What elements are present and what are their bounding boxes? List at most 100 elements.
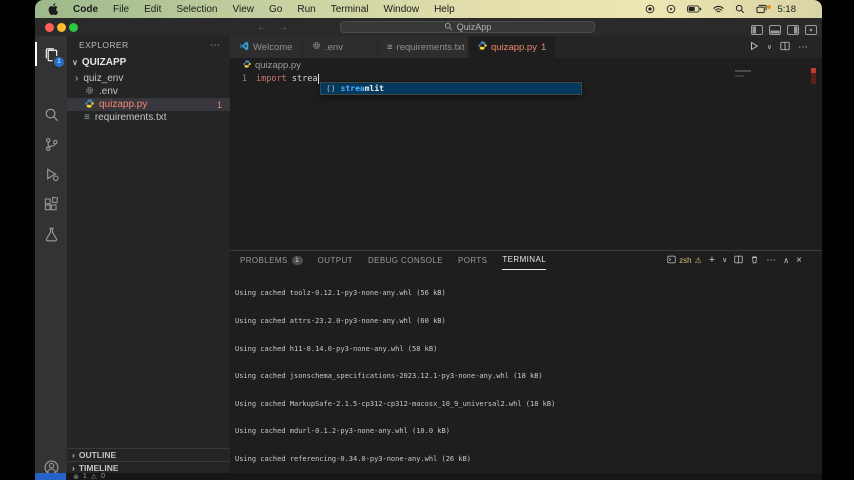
recording-dot [766, 5, 771, 9]
minimize-window-button[interactable] [57, 22, 66, 32]
sidebar-item-quizapp-py[interactable]: quizapp.py 1 [67, 98, 230, 111]
split-terminal-icon[interactable] [734, 255, 743, 266]
explorer-more-icon[interactable]: ⋯ [210, 40, 220, 51]
window-titlebar: ← → QuizApp [35, 18, 822, 36]
source-control-activity-button[interactable] [35, 130, 67, 158]
close-window-button[interactable] [45, 22, 54, 32]
git-branch-icon [45, 137, 58, 151]
tab-quizapp-py[interactable]: quizapp.py 1 [469, 36, 556, 58]
maximize-window-button[interactable] [69, 22, 78, 32]
panel-tab-output[interactable]: OUTPUT [318, 251, 353, 269]
menu-item-file[interactable]: File [113, 4, 129, 15]
menu-item-selection[interactable]: Selection [176, 4, 217, 15]
terminal-output[interactable]: Using cached toolz-0.12.1-py3-none-any.w… [235, 271, 814, 469]
terminal-line: Using cached referencing-0.34.0-py3-none… [235, 455, 472, 464]
chevron-right-icon: › [72, 450, 75, 460]
screen-mirroring-icon[interactable] [666, 4, 676, 14]
tab-bar: Welcome .env ≡ requirements.txt quizapp.… [230, 36, 822, 58]
explorer-activity-button[interactable]: 1 [35, 40, 67, 68]
nav-back-icon[interactable]: ← [257, 22, 267, 33]
explorer-root-folder[interactable]: ∨ QUIZAPP [67, 54, 230, 70]
panel-tab-ports[interactable]: PORTS [458, 251, 487, 269]
maximize-panel-icon[interactable]: ∧ [783, 256, 789, 265]
spotlight-search-icon[interactable] [735, 4, 745, 14]
status-bar: ⊗ 1 ⚠ 0 [35, 473, 822, 480]
terminal-line: Using cached toolz-0.12.1-py3-none-any.w… [235, 289, 446, 298]
testing-activity-button[interactable] [35, 220, 67, 248]
menu-item-help[interactable]: Help [434, 4, 455, 15]
panel-tab-problems[interactable]: PROBLEMS 1 [240, 251, 303, 269]
panel-tab-terminal[interactable]: TERMINAL [502, 251, 547, 270]
wifi-icon[interactable] [712, 5, 724, 14]
flask-icon [45, 227, 57, 241]
screen-record-icon[interactable] [645, 4, 655, 14]
python-file-icon [478, 41, 487, 53]
battery-icon[interactable] [686, 5, 702, 13]
breadcrumb[interactable]: quizapp.py [243, 58, 301, 72]
minimap-line [735, 75, 744, 77]
errors-icon[interactable]: ⊗ [73, 473, 79, 480]
new-terminal-icon[interactable]: + [709, 254, 715, 266]
kill-terminal-icon[interactable] [750, 255, 759, 266]
menu-item-edit[interactable]: Edit [144, 4, 161, 15]
menu-item-run[interactable]: Run [297, 4, 315, 15]
extensions-activity-button[interactable] [35, 190, 67, 218]
nav-forward-icon[interactable]: → [278, 22, 288, 33]
warnings-icon[interactable]: ⚠ [91, 473, 97, 480]
run-debug-activity-button[interactable] [35, 160, 67, 188]
menu-item-window[interactable]: Window [384, 4, 420, 15]
run-dropdown-chevron-icon[interactable]: ∨ [767, 43, 772, 51]
editor-more-icon[interactable]: ⋯ [798, 42, 808, 53]
macos-screen: ← → QuizApp 1 EXPLORER ⋯ ∨ QUIZAPP › qui… [35, 0, 822, 480]
search-activity-button[interactable] [35, 100, 67, 128]
control-center-icon[interactable] [755, 4, 771, 14]
command-center-label: QuizApp [456, 22, 492, 32]
bottom-panel: PROBLEMS 1 OUTPUT DEBUG CONSOLE PORTS TE… [230, 250, 822, 473]
menu-bar-clock: 5:18 [777, 3, 797, 15]
close-panel-icon[interactable]: × [796, 255, 802, 266]
tab-env[interactable]: .env [303, 36, 378, 58]
tab-requirements-txt[interactable]: ≡ requirements.txt [378, 36, 469, 58]
suggest-widget-item[interactable]: () streamlit [320, 82, 582, 95]
command-center-search[interactable]: QuizApp [340, 21, 595, 33]
terminal-icon [667, 255, 676, 266]
breadcrumb-file: quizapp.py [255, 59, 301, 71]
split-editor-icon[interactable] [780, 38, 790, 56]
text-file-icon: ≡ [387, 41, 393, 53]
remote-indicator[interactable] [35, 473, 66, 480]
problems-count-badge: 1 [291, 255, 303, 265]
outline-section[interactable]: › OUTLINE [67, 448, 230, 461]
code-keyword: import [256, 74, 287, 84]
gear-file-icon [312, 41, 321, 53]
sidebar-item-quiz-env[interactable]: › quiz_env [67, 72, 230, 85]
explorer-sidebar: EXPLORER ⋯ ∨ QUIZAPP › quiz_env .env qui… [67, 36, 230, 480]
text-file-icon: ≡ [84, 112, 90, 123]
sidebar-item-requirements-txt[interactable]: ≡ requirements.txt [67, 111, 230, 124]
terminal-line: Using cached MarkupSafe-2.1.5-cp312-cp31… [235, 399, 556, 408]
gear-file-icon [85, 86, 94, 98]
chevron-right-icon: › [72, 463, 75, 473]
panel-more-icon[interactable]: ⋯ [766, 255, 776, 266]
menu-item-code[interactable]: Code [73, 4, 98, 15]
terminal-dropdown-chevron-icon[interactable]: ∨ [722, 256, 727, 264]
errors-count[interactable]: 1 [83, 473, 87, 480]
code-typed-text: strea [291, 74, 318, 84]
tab-welcome[interactable]: Welcome [230, 36, 303, 58]
line-number: 1 [241, 74, 247, 84]
menu-item-go[interactable]: Go [269, 4, 282, 15]
menu-item-view[interactable]: View [233, 4, 255, 15]
terminal-shell-selector[interactable]: zsh ⚠ [667, 255, 702, 266]
vscode-logo-icon [239, 41, 249, 54]
sidebar-item-env[interactable]: .env [67, 85, 230, 98]
file-problem-badge: 1 [216, 99, 222, 110]
explorer-title: EXPLORER [79, 40, 129, 50]
warnings-count[interactable]: 0 [101, 473, 105, 480]
suggestion-match: strea [340, 84, 365, 93]
menu-item-terminal[interactable]: Terminal [331, 4, 369, 15]
overview-ruler-modified-marker [811, 73, 816, 84]
run-debug-icon [46, 167, 59, 181]
apple-menu-icon[interactable] [48, 3, 58, 15]
run-python-file-icon[interactable] [749, 38, 759, 56]
explorer-badge: 1 [54, 57, 64, 67]
panel-tab-debug-console[interactable]: DEBUG CONSOLE [368, 251, 443, 269]
